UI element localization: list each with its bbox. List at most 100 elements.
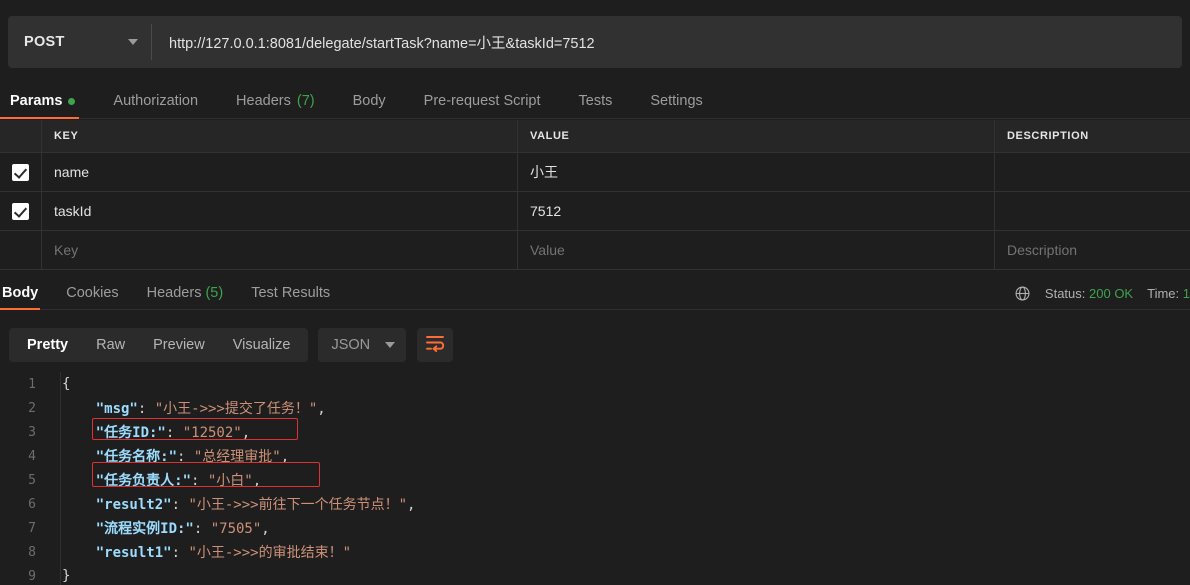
param-key-input[interactable]: name [42, 153, 518, 191]
code-line: 8 "result1": "小王->>>的审批结束！" [0, 540, 1190, 564]
http-method-select[interactable]: POST [8, 16, 151, 68]
line-number: 6 [28, 496, 36, 512]
row-checkbox-cell [0, 231, 42, 269]
code-token-key: "result2" [62, 497, 172, 513]
line-number: 7 [28, 520, 36, 536]
time-text: Time: 1 [1147, 286, 1190, 301]
line-number: 1 [28, 376, 36, 392]
code-line: 2 "msg": "小王->>>提交了任务！", [0, 396, 1190, 420]
code-token-str: "总经理审批" [193, 449, 281, 465]
response-tab-body[interactable]: Body [0, 285, 41, 310]
request-tab-headers[interactable]: Headers (7) [236, 93, 315, 118]
tab-label: Test Results [251, 285, 331, 301]
line-number: 5 [28, 472, 36, 488]
line-number: 9 [28, 568, 36, 584]
param-value-input[interactable]: Value [518, 231, 995, 269]
code-token-key: "result1" [62, 545, 172, 561]
param-description-input[interactable] [995, 192, 1190, 230]
code-token-punc: , [317, 401, 326, 417]
response-view-preview[interactable]: Preview [139, 331, 219, 359]
line-number: 4 [28, 448, 36, 464]
code-token-key: "msg" [62, 401, 138, 417]
time-value: 1 [1182, 286, 1190, 301]
code-line: 3 "任务ID:": "12502", [0, 420, 1190, 444]
code-line: 4 "任务名称:": "总经理审批", [0, 444, 1190, 468]
response-format-label: JSON [331, 337, 371, 353]
header-check-cell [0, 120, 42, 152]
code-line: 5 "任务负责人:": "小白", [0, 468, 1190, 492]
table-row[interactable]: name 小王 [0, 153, 1190, 192]
param-description-input[interactable]: Description [995, 231, 1190, 269]
unsaved-dot-icon [68, 97, 76, 105]
response-view-tabs: Pretty Raw Preview Visualize [9, 328, 309, 362]
status-text: Status: 200 OK [1045, 286, 1133, 301]
code-line-text: "任务名称:": "总经理审批", [48, 446, 289, 466]
request-tab-authorization[interactable]: Authorization [113, 93, 198, 118]
response-body-code[interactable]: 1 {2 "msg": "小王->>>提交了任务！", 3 "任务ID:": "12… [0, 372, 1190, 585]
param-description-input[interactable] [995, 153, 1190, 191]
request-url-bar: POST http://127.0.0.1:8081/delegate/star… [0, 0, 1190, 84]
param-key-input[interactable]: taskId [42, 192, 518, 230]
status-label: Status: [1044, 286, 1086, 301]
request-tab-settings[interactable]: Settings [650, 93, 702, 118]
response-view-raw[interactable]: Raw [82, 331, 139, 359]
code-token-punc: : [177, 449, 194, 465]
response-tab-headers[interactable]: Headers (5) [147, 285, 224, 309]
code-line-text: "任务负责人:": "小白", [48, 470, 261, 490]
url-input[interactable]: http://127.0.0.1:8081/delegate/startTask… [152, 16, 1182, 68]
tab-label: Params [10, 93, 63, 109]
params-table: KEY VALUE DESCRIPTION name 小王 taskId 7512 Ke… [0, 120, 1190, 272]
code-token-punc: , [241, 425, 251, 441]
code-line-text: "msg": "小王->>>提交了任务！", [48, 398, 326, 418]
response-view-pretty[interactable]: Pretty [13, 331, 82, 359]
http-method-label: POST [24, 34, 65, 50]
request-tab-body[interactable]: Body [353, 93, 386, 118]
tab-label: Pre-request Script [423, 93, 541, 109]
code-token-punc: , [280, 449, 290, 465]
table-row[interactable]: taskId 7512 [0, 192, 1190, 231]
code-line: 7 "流程实例ID:": "7505", [0, 516, 1190, 540]
param-value-input[interactable]: 7512 [518, 192, 995, 230]
code-token-brace: { [62, 376, 71, 392]
chevron-down-icon [385, 342, 396, 348]
tab-count-badge: (5) [201, 285, 224, 301]
header-key: KEY [42, 120, 518, 152]
code-token-str: "小王->>>的审批结束！" [188, 545, 352, 561]
tab-label: Body [2, 285, 39, 301]
param-enabled-checkbox[interactable] [12, 202, 29, 220]
response-format-select[interactable]: JSON [318, 328, 407, 362]
code-line-text: "流程实例ID:": "7505", [48, 518, 270, 538]
tab-label: Headers [146, 285, 202, 301]
time-label: Time: [1147, 286, 1180, 301]
code-token-punc: , [261, 521, 270, 537]
request-tab-tests[interactable]: Tests [579, 93, 613, 118]
line-number: 8 [28, 544, 36, 560]
code-line-text: "result1": "小王->>>的审批结束！" [48, 542, 351, 562]
params-placeholder-row[interactable]: Key Value Description [0, 231, 1190, 270]
tab-count-badge: (7) [296, 93, 315, 109]
response-view-visualize[interactable]: Visualize [219, 331, 305, 359]
code-token-str: "小白" [207, 473, 253, 489]
response-tab-cookies[interactable]: Cookies [66, 285, 118, 309]
code-token-punc: : [165, 425, 183, 441]
tab-label: Tests [578, 93, 613, 109]
param-enabled-checkbox[interactable] [12, 163, 29, 181]
code-token-punc: : [137, 401, 155, 417]
code-token-punc: : [193, 521, 211, 537]
code-token-punc: : [171, 545, 189, 561]
globe-icon [1014, 285, 1031, 302]
word-wrap-button[interactable] [417, 328, 454, 362]
param-key-input[interactable]: Key [42, 231, 518, 269]
param-value-input[interactable]: 小王 [518, 153, 995, 191]
tab-label: Body [352, 93, 386, 109]
code-token-str: "12502" [182, 425, 242, 441]
code-line-text: { [48, 376, 70, 392]
request-tab-pre-request-script[interactable]: Pre-request Script [424, 93, 541, 118]
code-line-text: } [48, 568, 70, 584]
request-tab-params[interactable]: Params [0, 93, 80, 119]
chevron-down-icon [128, 39, 138, 45]
row-checkbox-cell [0, 153, 42, 191]
response-tab-test-results[interactable]: Test Results [251, 285, 330, 309]
code-token-key: "流程实例ID:" [62, 521, 194, 537]
line-number: 3 [28, 424, 36, 440]
